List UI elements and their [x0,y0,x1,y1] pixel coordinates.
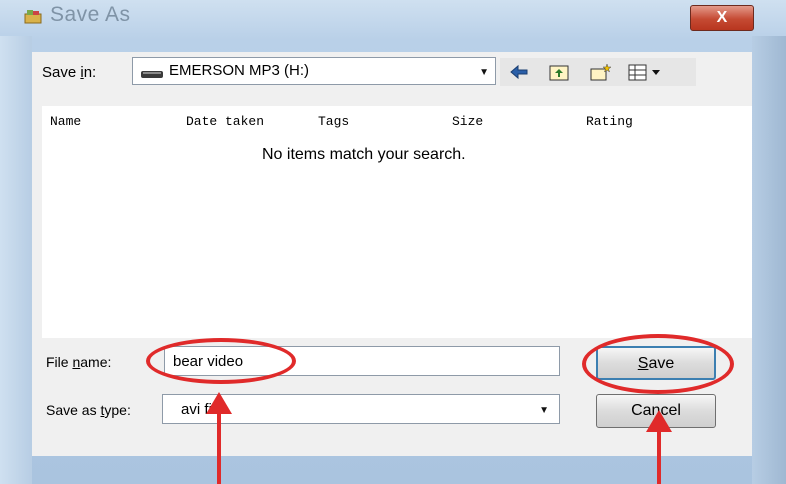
navigation-toolbar [500,58,696,86]
save-in-dropdown[interactable]: EMERSON MP3 (H:) ▼ [132,57,496,85]
save-in-value: EMERSON MP3 (H:) [169,62,310,79]
file-name-label: File name: [46,354,112,370]
save-button-red-arrow [646,410,672,484]
column-header-rating[interactable]: Rating [586,114,633,129]
empty-list-message: No items match your search. [262,146,466,163]
drive-icon [141,71,163,78]
view-menu-icon[interactable] [628,62,662,82]
save-button-highlight-oval [582,334,734,394]
title-bar[interactable]: Save As X [0,0,786,36]
filename-highlight-oval [146,338,296,384]
window-title: Save As [50,3,131,26]
new-folder-icon[interactable] [590,62,612,82]
filename-red-arrow [206,392,232,484]
chevron-down-icon[interactable]: ▼ [479,67,489,78]
save-as-app-icon [24,10,42,24]
column-header-tags[interactable]: Tags [318,114,349,129]
column-header-date-taken[interactable]: Date taken [186,114,264,129]
back-arrow-icon[interactable] [508,62,530,82]
up-folder-icon[interactable] [548,62,570,82]
file-list[interactable]: Name Date taken Tags Size Rating No item… [42,106,752,338]
column-header-size[interactable]: Size [452,114,483,129]
window-border-right [752,36,786,484]
close-button[interactable]: X [690,5,754,31]
save-as-type-label: Save as type: [46,402,131,418]
column-header-name[interactable]: Name [50,114,81,129]
chevron-down-icon[interactable]: ▼ [539,405,549,416]
window-border-left [0,36,32,484]
save-in-label: Save in: [42,64,97,81]
